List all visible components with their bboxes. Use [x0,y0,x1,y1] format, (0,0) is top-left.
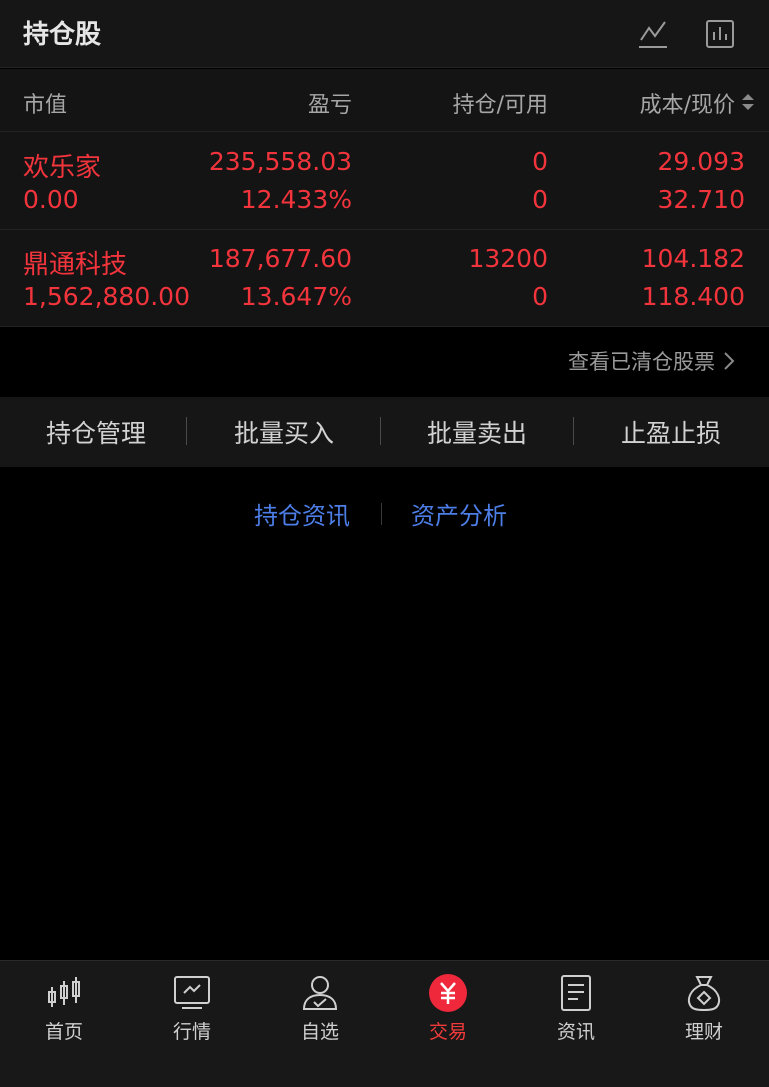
cost-price: 29.093 [657,147,745,176]
batch-buy-button[interactable]: 批量买入 [188,397,380,467]
document-icon [556,973,596,1013]
market-chart-icon [172,973,212,1013]
profit-amount: 187,677.60 [208,244,352,273]
nav-label: 交易 [428,1021,467,1043]
nav-market[interactable]: 行情 [128,961,256,1087]
stock-name: 欢乐家 [23,153,102,183]
position-manage-button[interactable]: 持仓管理 [0,397,192,467]
cleared-link-label: 查看已清仓股票 [568,350,715,374]
nav-label: 资讯 [556,1021,595,1043]
profit-percent: 12.433% [240,185,352,214]
position-qty: 0 [532,147,548,176]
market-value: 0.00 [23,185,79,214]
yuan-coin-icon [428,973,468,1013]
profit-amount: 235,558.03 [208,147,352,176]
chevron-right-icon [724,352,735,370]
nav-watchlist[interactable]: 自选 [256,961,384,1087]
sort-updown-icon[interactable] [737,91,759,113]
col-market-value[interactable]: 市值 [23,87,67,119]
position-qty: 13200 [468,244,548,273]
nav-label: 理财 [684,1021,723,1043]
market-value: 1,562,880.00 [23,282,190,311]
user-check-icon [300,973,340,1013]
page-title: 持仓股 [23,20,102,50]
bottom-nav: 首页 行情 自选 交易 资讯 理财 [0,960,769,1087]
bar-chart-icon[interactable] [700,14,740,54]
stock-name: 鼎通科技 [23,250,128,280]
current-price: 118.400 [641,282,745,311]
app-root: 持仓股 市值 盈亏 持仓/可用 成本/现价 欢乐家 0.00 235,558.0… [0,0,769,1087]
divider [381,503,382,525]
nav-wealth[interactable]: 理财 [640,961,768,1087]
info-links: 持仓资讯 资产分析 [0,496,769,532]
table-row[interactable]: 鼎通科技 1,562,880.00 187,677.60 13.647% 132… [0,230,769,327]
divider [573,417,574,445]
batch-sell-button[interactable]: 批量卖出 [381,397,573,467]
table-header: 市值 盈亏 持仓/可用 成本/现价 [0,69,769,132]
nav-label: 首页 [44,1021,83,1043]
top-header: 持仓股 [0,0,769,68]
stop-profit-loss-button[interactable]: 止盈止损 [575,397,767,467]
current-price: 32.710 [657,185,745,214]
nav-label: 行情 [172,1021,211,1043]
nav-trade[interactable]: 交易 [384,961,512,1087]
nav-label: 自选 [300,1021,339,1043]
divider [186,417,187,445]
holdings-table: 市值 盈亏 持仓/可用 成本/现价 欢乐家 0.00 235,558.03 12… [0,69,769,327]
view-cleared-stocks-link[interactable]: 查看已清仓股票 [568,346,737,376]
available-qty: 0 [532,282,548,311]
nav-home[interactable]: 首页 [0,961,128,1087]
action-bar: 持仓管理 批量买入 批量卖出 止盈止损 [0,397,769,467]
cost-price: 104.182 [641,244,745,273]
candlestick-icon [44,973,84,1013]
available-qty: 0 [532,185,548,214]
asset-analysis-link[interactable]: 资产分析 [411,496,507,531]
trend-line-icon[interactable] [633,14,673,54]
position-news-link[interactable]: 持仓资讯 [254,496,350,531]
col-position[interactable]: 持仓/可用 [453,87,548,119]
col-profit[interactable]: 盈亏 [308,87,352,119]
col-cost-price[interactable]: 成本/现价 [640,87,735,119]
money-bag-icon [684,973,724,1013]
profit-percent: 13.647% [240,282,352,311]
nav-news[interactable]: 资讯 [512,961,640,1087]
table-row[interactable]: 欢乐家 0.00 235,558.03 12.433% 0 0 29.093 3… [0,133,769,230]
